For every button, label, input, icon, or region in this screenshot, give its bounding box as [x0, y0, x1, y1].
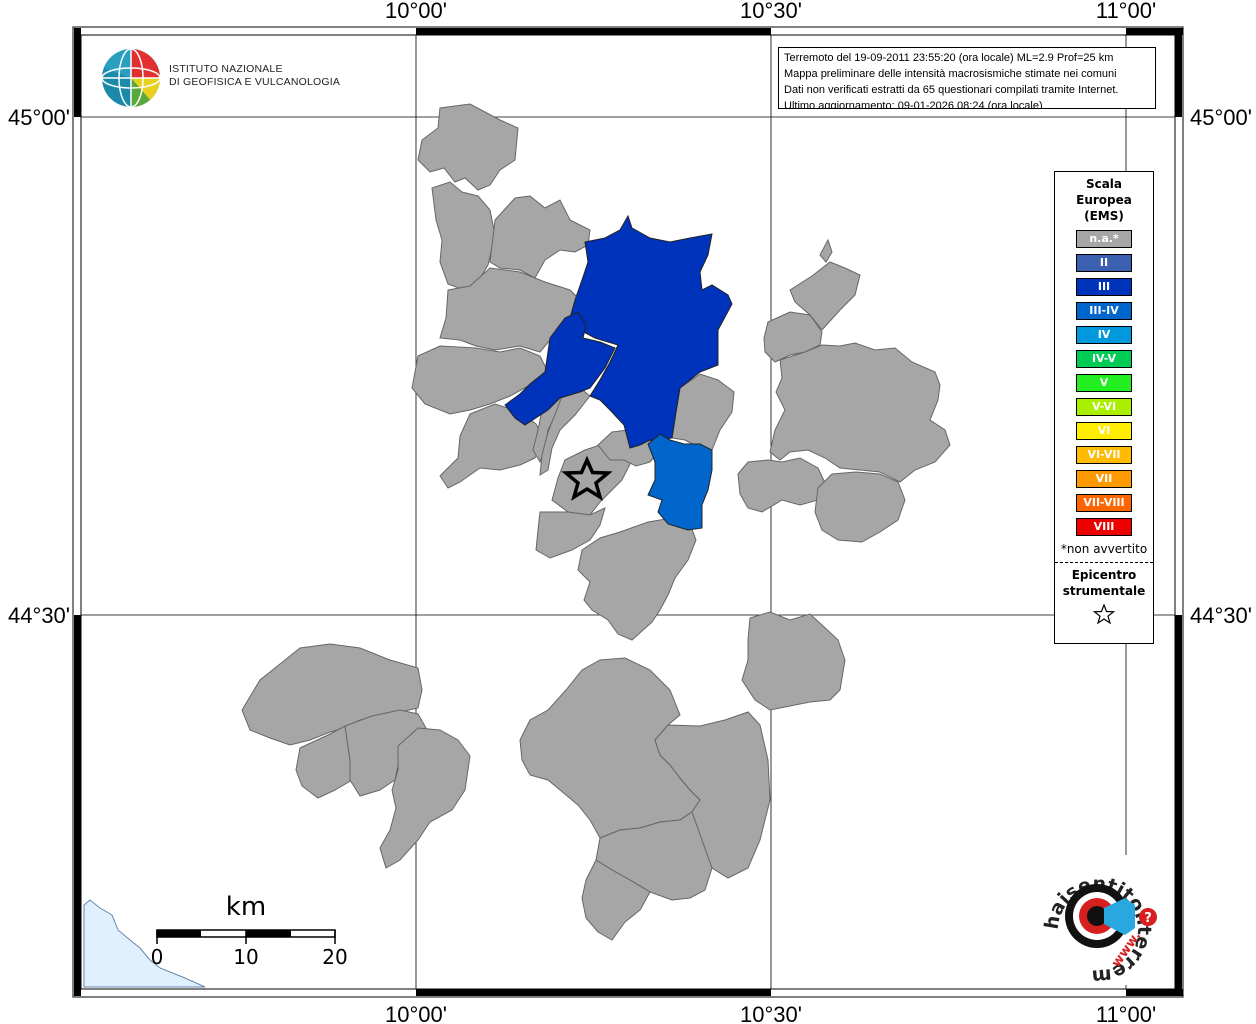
legend-item: n.a.* [1076, 230, 1132, 248]
legend-item: VI [1076, 422, 1132, 440]
event-info-line4: Ultimo aggiornamento: 09-01-2026 08:24 (… [784, 100, 1043, 109]
legend-note: *non avvertito [1060, 542, 1148, 556]
legend-title-line1: Scala [1085, 177, 1123, 191]
scale-bar-tick-0: 0 [151, 945, 164, 969]
coord-right-44-30: 44°30' [1190, 603, 1252, 628]
legend-epicenter-line2: strumentale [1062, 584, 1146, 598]
ingv-logo-line2: DI GEOFISICA E VULCANOLOGIA [169, 76, 341, 88]
legend-items: n.a.* II III III-IV IV IV-V V V-VI VI VI-VII VII VI… [1055, 230, 1153, 536]
legend-item: III-IV [1076, 302, 1132, 320]
legend-epicenter-line1: Epicentro [1071, 568, 1137, 582]
event-info-box: Terremoto del 19-09-2011 23:55:20 (ora l… [778, 47, 1156, 109]
legend-item: V-VI [1076, 398, 1132, 416]
legend-title-line2: Europea [1076, 193, 1132, 207]
hsit-question-mark: ? [1144, 911, 1152, 926]
ingv-logo-line1: ISTITUTO NAZIONALE [169, 63, 283, 75]
legend-star-icon [1055, 603, 1153, 629]
scale-bar-tick-10: 10 [233, 945, 258, 969]
scale-bar-tick-20: 20 [322, 945, 347, 969]
coord-right-45-00: 45°00' [1190, 105, 1252, 130]
event-info-line3: Dati non verificati estratti da 65 quest… [784, 84, 1119, 96]
ems-legend: Scala Europea (EMS) n.a.* II III III-IV IV IV… [1054, 171, 1154, 644]
coord-bottom-10-30: 10°30' [740, 1002, 802, 1024]
legend-item: VIII [1076, 518, 1132, 536]
legend-item: V [1076, 374, 1132, 392]
coord-top-10-30: 10°30' [740, 0, 802, 23]
coord-bottom-10-00: 10°00' [385, 1002, 447, 1024]
coord-top-11-00: 11°00' [1096, 0, 1156, 23]
event-info-line2: Mappa preliminare delle intensità macros… [784, 68, 1117, 80]
coord-left-45-00: 45°00' [8, 105, 70, 130]
legend-item: II [1076, 254, 1132, 272]
legend-title-line3: (EMS) [1084, 209, 1124, 223]
legend-title: Scala Europea (EMS) [1055, 176, 1153, 224]
coord-bottom-11-00: 11°00' [1096, 1002, 1156, 1024]
legend-separator [1055, 562, 1153, 563]
legend-item: VII-VIII [1076, 494, 1132, 512]
legend-item: III [1076, 278, 1132, 296]
coord-left-44-30: 44°30' [8, 603, 70, 628]
legend-epicenter-label: Epicentro strumentale [1055, 567, 1153, 599]
coord-top-10-00: 10°00' [385, 0, 447, 23]
legend-item: IV [1076, 326, 1132, 344]
scale-bar-title: km [226, 892, 266, 922]
legend-item: VII [1076, 470, 1132, 488]
ingv-logo-text: ISTITUTO NAZIONALE DI GEOFISICA E VULCAN… [169, 63, 340, 89]
event-info-line1: Terremoto del 19-09-2011 23:55:20 (ora l… [784, 52, 1114, 64]
legend-item: IV-V [1076, 350, 1132, 368]
legend-item: VI-VII [1076, 446, 1132, 464]
